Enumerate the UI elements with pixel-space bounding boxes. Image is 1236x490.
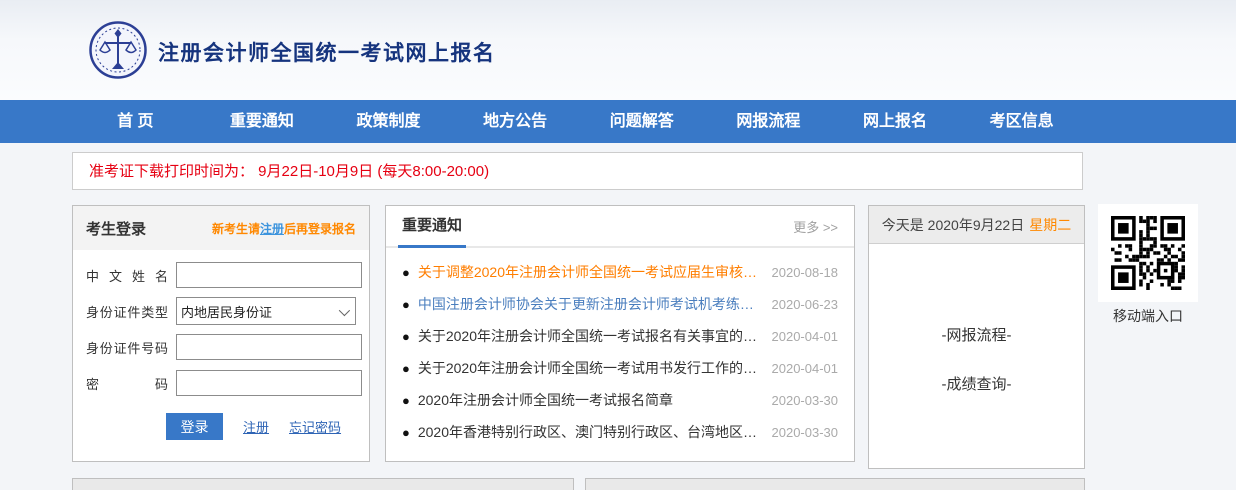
list-item: ● 中国注册会计师协会关于更新注册会计师考试机考练习网站的公... 2020-0… (402, 288, 838, 320)
id-number-input[interactable] (176, 334, 362, 360)
password-input[interactable] (176, 370, 362, 396)
bottom-right-panel (585, 478, 1085, 490)
list-item: ● 关于调整2020年注册会计师全国统一考试应届生审核及准考... 2020-0… (402, 256, 838, 288)
bullet-icon: ● (402, 360, 410, 376)
notice-link[interactable]: 中国注册会计师协会关于更新注册会计师考试机考练习网站的公... (418, 294, 760, 314)
nav-item-exam-area-info[interactable]: 考区信息 (958, 100, 1085, 143)
hint-prefix: 新考生请 (211, 221, 260, 236)
qr-code-icon (1111, 216, 1185, 290)
nav-item-local-announcements[interactable]: 地方公告 (452, 100, 579, 143)
nav-item-registration-flow[interactable]: 网报流程 (705, 100, 832, 143)
site-header: 注册会计师全国统一考试网上报名 (0, 0, 1236, 100)
nav-item-faq[interactable]: 问题解答 (579, 100, 706, 143)
mobile-entry-label: 移动端入口 (1113, 308, 1183, 324)
today-panel: 今天是 2020年9月22日 星期二 -网报流程- -成绩查询- (868, 205, 1085, 469)
notices-panel-header: 重要通知 更多 >> (386, 206, 854, 248)
notice-date: 2020-08-18 (771, 264, 839, 280)
notice-date: 2020-06-23 (771, 296, 839, 312)
notice-list: ● 关于调整2020年注册会计师全国统一考试应届生审核及准考... 2020-0… (386, 248, 854, 448)
register-link[interactable]: 注册 (243, 417, 269, 436)
chevron-down-icon (338, 304, 351, 317)
nav-item-home[interactable]: 首 页 (72, 100, 199, 143)
register-inline-link[interactable]: 注册 (260, 222, 284, 236)
password-label: 密 码 (86, 376, 168, 392)
page: 注册会计师全国统一考试网上报名 首 页 重要通知 政策制度 地方公告 问题解答 … (0, 0, 1236, 490)
bullet-icon: ● (402, 392, 410, 408)
bottom-left-panel (72, 478, 574, 490)
notice-date: 2020-03-30 (771, 424, 839, 440)
score-query-link[interactable]: -成绩查询- (869, 373, 1084, 394)
today-date: 今天是 2020年9月22日 星期二 (869, 206, 1084, 244)
notice-link[interactable]: 2020年注册会计师全国统一考试报名简章 (418, 390, 760, 410)
important-notices-panel: 重要通知 更多 >> ● 关于调整2020年注册会计师全国统一考试应届生审核及准… (385, 205, 855, 462)
main-nav: 首 页 重要通知 政策制度 地方公告 问题解答 网报流程 网上报名 考区信息 (0, 100, 1236, 143)
mobile-entry-qr (1098, 204, 1198, 302)
list-item: ● 2020年注册会计师全国统一考试报名简章 2020-03-30 (402, 384, 838, 416)
more-link[interactable]: 更多 >> (793, 217, 838, 236)
name-label: 中 文 姓 名 (86, 268, 168, 284)
list-item: ● 2020年香港特别行政区、澳门特别行政区、台湾地区居民及... 2020-0… (402, 416, 838, 448)
bullet-icon: ● (402, 296, 410, 312)
list-item: ● 关于2020年注册会计师全国统一考试用书发行工作的公告 2020-04-01 (402, 352, 838, 384)
cicpa-logo-icon (88, 20, 148, 80)
notice-date: 2020-04-01 (771, 360, 839, 376)
id-type-select[interactable]: 内地居民身份证 (176, 297, 356, 325)
notice-link[interactable]: 2020年香港特别行政区、澳门特别行政区、台湾地区居民及... (418, 422, 760, 442)
forgot-password-link[interactable]: 忘记密码 (289, 417, 341, 436)
notice-date: 2020-04-01 (771, 328, 839, 344)
new-candidate-hint: 新考生请注册后再登录报名 (212, 220, 356, 237)
id-type-selected-value: 内地居民身份证 (181, 304, 273, 320)
bullet-icon: ● (402, 328, 410, 344)
name-input[interactable] (176, 262, 362, 288)
nav-item-important-notices[interactable]: 重要通知 (199, 100, 326, 143)
notice-link[interactable]: 关于调整2020年注册会计师全国统一考试应届生审核及准考... (418, 262, 760, 282)
notices-title: 重要通知 (397, 206, 467, 248)
list-item: ● 关于2020年注册会计师全国统一考试报名有关事宜的公告 2020-04-01 (402, 320, 838, 352)
login-panel-header: 考生登录 新考生请注册后再登录报名 (73, 206, 369, 250)
admission-ticket-notice: 准考证下载打印时间为： 9月22日-10月9日 (每天8:00-20:00) (72, 152, 1083, 190)
admission-ticket-notice-text: 准考证下载打印时间为： 9月22日-10月9日 (每天8:00-20:00) (89, 163, 490, 180)
today-date-text: 今天是 2020年9月22日 (881, 216, 1025, 233)
id-number-label: 身份证件号码 (86, 340, 168, 356)
login-button[interactable]: 登录 (166, 413, 223, 440)
page-title: 注册会计师全国统一考试网上报名 (158, 42, 496, 65)
notice-date: 2020-03-30 (771, 392, 839, 408)
hint-suffix: 后再登录报名 (283, 221, 356, 236)
login-form: 中 文 姓 名 身份证件类型 内地居民身份证 身份证件号码 密 码 登录 注册 … (73, 250, 369, 440)
login-title: 考生登录 (86, 220, 147, 238)
notice-link[interactable]: 关于2020年注册会计师全国统一考试用书发行工作的公告 (418, 358, 760, 378)
weekday-text: 星期二 (1029, 216, 1072, 233)
candidate-login-panel: 考生登录 新考生请注册后再登录报名 中 文 姓 名 身份证件类型 内地居民身份证… (72, 205, 370, 462)
nav-item-online-registration[interactable]: 网上报名 (832, 100, 959, 143)
bullet-icon: ● (402, 424, 410, 440)
bullet-icon: ● (402, 264, 410, 280)
registration-flow-link[interactable]: -网报流程- (869, 324, 1084, 345)
id-type-label: 身份证件类型 (86, 304, 168, 320)
notice-link[interactable]: 关于2020年注册会计师全国统一考试报名有关事宜的公告 (418, 326, 760, 346)
nav-item-policies[interactable]: 政策制度 (325, 100, 452, 143)
